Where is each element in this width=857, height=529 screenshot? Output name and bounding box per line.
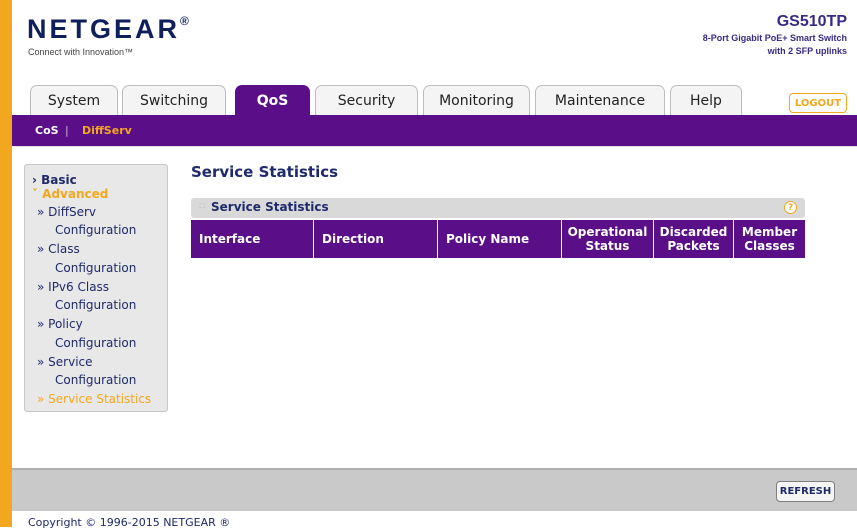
logo-mark: ® [180, 14, 189, 28]
copyright: Copyright © 1996-2015 NETGEAR ® [28, 516, 231, 529]
model-description-line1: 8-Port Gigabit PoE+ Smart Switch [702, 33, 847, 43]
column-header-label: Classes [744, 239, 795, 253]
nav-service-configuration-line2[interactable]: Configuration [55, 371, 136, 389]
nav-ipv6-class-configuration[interactable]: » IPv6 Class [37, 278, 109, 296]
model-name: GS510TP [776, 13, 847, 30]
model-info: GS510TP 8-Port Gigabit PoE+ Smart Switch… [703, 13, 847, 57]
logout-button[interactable]: LOGOUT [789, 93, 847, 113]
netgear-logo: NETGEAR® [27, 14, 189, 45]
column-header-label: Packets [667, 239, 720, 253]
page-title: Service Statistics [191, 163, 339, 181]
tab-security[interactable]: Security [315, 85, 418, 116]
column-header-label: Discarded [659, 225, 728, 239]
nav-ipv6-class-configuration-line2[interactable]: Configuration [55, 296, 136, 314]
tab-switching[interactable]: Switching [122, 85, 226, 116]
column-header-policy-name[interactable]: Policy Name [438, 220, 562, 258]
column-header-label: Member [741, 225, 798, 239]
column-header-discarded-packets[interactable]: Discarded Packets [654, 220, 734, 258]
column-header-label: Status [585, 239, 630, 253]
nav-diffserv-configuration[interactable]: » DiffServ [37, 203, 96, 221]
column-header-direction[interactable]: Direction [314, 220, 438, 258]
column-header-label: Interface [199, 232, 261, 246]
refresh-button[interactable]: REFRESH [776, 481, 835, 502]
column-header-operational-status[interactable]: Operational Status [562, 220, 654, 258]
left-accent-bar [0, 0, 12, 527]
tab-maintenance[interactable]: Maintenance [535, 85, 665, 116]
tab-monitoring[interactable]: Monitoring [423, 85, 530, 116]
section-header: ∷ Service Statistics ? [191, 198, 805, 218]
nav-class-configuration-line2[interactable]: Configuration [55, 259, 136, 277]
column-header-label: Direction [322, 232, 384, 246]
subnav-cos[interactable]: CoS [35, 124, 59, 137]
nav-service-configuration[interactable]: » Service [37, 353, 93, 371]
tab-system[interactable]: System [30, 85, 118, 116]
nav-policy-configuration[interactable]: » Policy [37, 315, 83, 333]
subnav-separator: | [65, 124, 69, 137]
model-description-line2: with 2 SFP uplinks [767, 46, 847, 56]
tagline: Connect with Innovation™ [28, 47, 134, 57]
nav-diffserv-configuration-line2[interactable]: Configuration [55, 221, 136, 239]
nav-policy-configuration-line2[interactable]: Configuration [55, 334, 136, 352]
nav-service-statistics[interactable]: » Service Statistics [37, 390, 151, 408]
nav-class-configuration[interactable]: » Class [37, 240, 80, 258]
help-icon[interactable]: ? [784, 201, 797, 214]
column-header-label: Policy Name [446, 232, 530, 246]
subnav-diffserv[interactable]: DiffServ [82, 124, 132, 137]
left-navigation: › Basic ˅ Advanced » DiffServ Configurat… [24, 164, 168, 412]
column-header-member-classes[interactable]: Member Classes [734, 220, 805, 258]
section-title: Service Statistics [211, 200, 329, 214]
column-header-label: Operational [567, 225, 648, 239]
tab-help[interactable]: Help [670, 85, 742, 116]
page: NETGEAR® Connect with Innovation™ GS510T… [0, 0, 857, 529]
sub-navigation: CoS | DiffServ [12, 115, 857, 146]
logo-text: NETGEAR [27, 14, 181, 44]
drag-handle-icon: ∷ [199, 201, 206, 212]
column-header-interface[interactable]: Interface [191, 220, 314, 258]
tab-qos[interactable]: QoS [235, 85, 310, 116]
nav-advanced[interactable]: ˅ Advanced [32, 185, 108, 203]
statistics-table: Interface Direction Policy Name Operatio… [191, 220, 805, 258]
footer-bar [12, 468, 857, 511]
